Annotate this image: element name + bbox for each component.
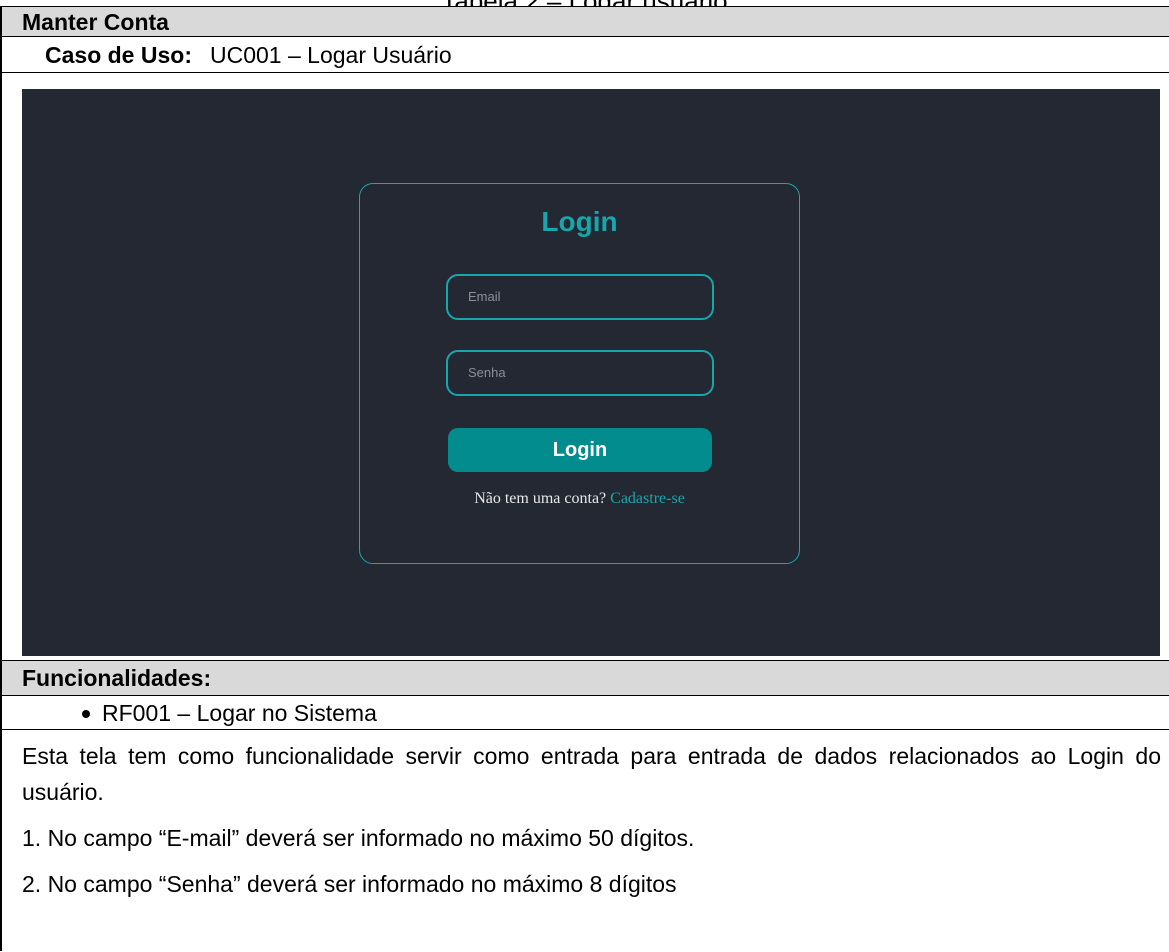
screenshot-row: Login Email Senha Login Não tem uma cont…: [2, 73, 1169, 661]
login-title: Login: [541, 206, 618, 237]
login-screen-mockup: Login Email Senha Login Não tem uma cont…: [22, 89, 1160, 656]
table-title: Manter Conta: [2, 7, 1169, 37]
use-case-row: Caso de Uso: UC001 – Logar Usuário: [2, 37, 1169, 73]
signup-prompt: Não tem uma conta?: [474, 490, 607, 507]
use-case-label: Caso de Uso:: [45, 42, 192, 68]
password-field[interactable]: Senha: [446, 350, 714, 396]
use-case-value: UC001 – Logar Usuário: [209, 42, 452, 68]
requirement-text: RF001 – Logar no Sistema: [102, 700, 377, 726]
login-button[interactable]: Login: [448, 428, 712, 472]
requirement-row: RF001 – Logar no Sistema: [2, 696, 1169, 730]
signup-line: Não tem uma conta? Cadastre-se: [360, 488, 799, 510]
login-card: Login Email Senha Login Não tem uma cont…: [359, 183, 800, 564]
description-row: Esta tela tem como funcionalidade servir…: [2, 730, 1169, 952]
rule-item: 1. No campo “E-mail” deverá ser informad…: [22, 825, 695, 851]
email-field[interactable]: Email: [446, 274, 714, 320]
signup-link[interactable]: Cadastre-se: [610, 490, 685, 507]
rule-item: 2. No campo “Senha” deverá ser informado…: [22, 871, 677, 897]
functionalities-header: Funcionalidades:: [2, 661, 1169, 696]
description-text: Esta tela tem como funcionalidade servir…: [22, 743, 1161, 805]
use-case-table: Manter Conta Caso de Uso: UC001 – Logar U…: [0, 6, 1169, 951]
bullet-icon: [82, 710, 90, 718]
